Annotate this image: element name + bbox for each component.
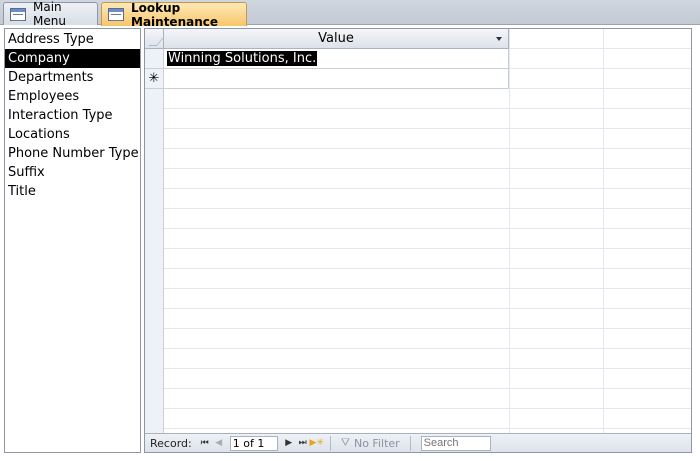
values-datasheet: Value Winning Solutions, Inc. ✳ Record: … bbox=[144, 28, 692, 453]
form-icon bbox=[108, 8, 124, 21]
last-record-icon[interactable]: ⏭ bbox=[296, 436, 310, 451]
record-navigation-bar: Record: ⏮ ◀ 1 of 1 ▶ ⏭ ▶✳ ⛛ No Filter bbox=[145, 433, 691, 452]
list-item-departments[interactable]: Departments bbox=[5, 68, 140, 87]
new-record-button-icon[interactable]: ▶✳ bbox=[309, 436, 323, 451]
funnel-icon: ⛛ bbox=[340, 436, 350, 449]
new-record-row: ✳ bbox=[145, 69, 509, 89]
filter-toggle[interactable]: ⛛ No Filter bbox=[337, 436, 404, 450]
filter-label: No Filter bbox=[353, 436, 400, 450]
column-header-value[interactable]: Value bbox=[164, 29, 509, 49]
first-record-icon[interactable]: ⏮ bbox=[198, 436, 212, 451]
list-item-locations[interactable]: Locations bbox=[5, 125, 140, 144]
new-value-cell[interactable] bbox=[164, 69, 509, 88]
grid-background bbox=[145, 29, 691, 433]
new-record-icon[interactable]: ✳ bbox=[145, 69, 164, 88]
next-record-icon[interactable]: ▶ bbox=[282, 436, 296, 451]
tab-lookup-maintenance[interactable]: Lookup Maintenance bbox=[101, 0, 247, 29]
divider bbox=[329, 435, 331, 451]
list-item-interaction-type[interactable]: Interaction Type bbox=[5, 106, 140, 125]
record-selector-column bbox=[145, 29, 164, 433]
tab-label: Main Menu bbox=[33, 0, 66, 28]
list-item-suffix[interactable]: Suffix bbox=[5, 163, 140, 182]
tab-main-menu[interactable]: Main Menu bbox=[3, 0, 98, 28]
record-selector[interactable] bbox=[145, 49, 164, 68]
tab-label: Lookup Maintenance bbox=[131, 0, 219, 29]
list-item-company[interactable]: Company bbox=[5, 49, 140, 68]
column-header-label: Value bbox=[318, 31, 354, 46]
grid-line bbox=[509, 29, 510, 433]
form-icon bbox=[10, 7, 26, 21]
current-record-field[interactable]: 1 of 1 bbox=[229, 435, 278, 451]
list-item-employees[interactable]: Employees bbox=[5, 87, 140, 106]
list-item-title[interactable]: Title bbox=[5, 182, 140, 201]
search-input[interactable] bbox=[420, 435, 491, 451]
document-tab-strip: Main Menu Lookup Maintenance bbox=[0, 0, 700, 29]
divider bbox=[409, 435, 411, 451]
column-header-row: Value bbox=[145, 29, 509, 49]
record-label: Record: bbox=[150, 436, 192, 450]
cell-value: Winning Solutions, Inc. bbox=[167, 51, 318, 66]
grid-line bbox=[603, 29, 604, 433]
table-row: Winning Solutions, Inc. bbox=[145, 49, 509, 69]
select-all-corner[interactable] bbox=[145, 29, 164, 49]
list-item-address-type[interactable]: Address Type bbox=[5, 30, 140, 49]
list-item-phone-number-type[interactable]: Phone Number Type bbox=[5, 144, 140, 163]
previous-record-icon[interactable]: ◀ bbox=[212, 436, 226, 451]
column-dropdown-icon[interactable] bbox=[496, 37, 502, 41]
lookup-type-list[interactable]: Address Type Company Departments Employe… bbox=[4, 28, 141, 453]
value-cell[interactable]: Winning Solutions, Inc. bbox=[164, 49, 509, 68]
